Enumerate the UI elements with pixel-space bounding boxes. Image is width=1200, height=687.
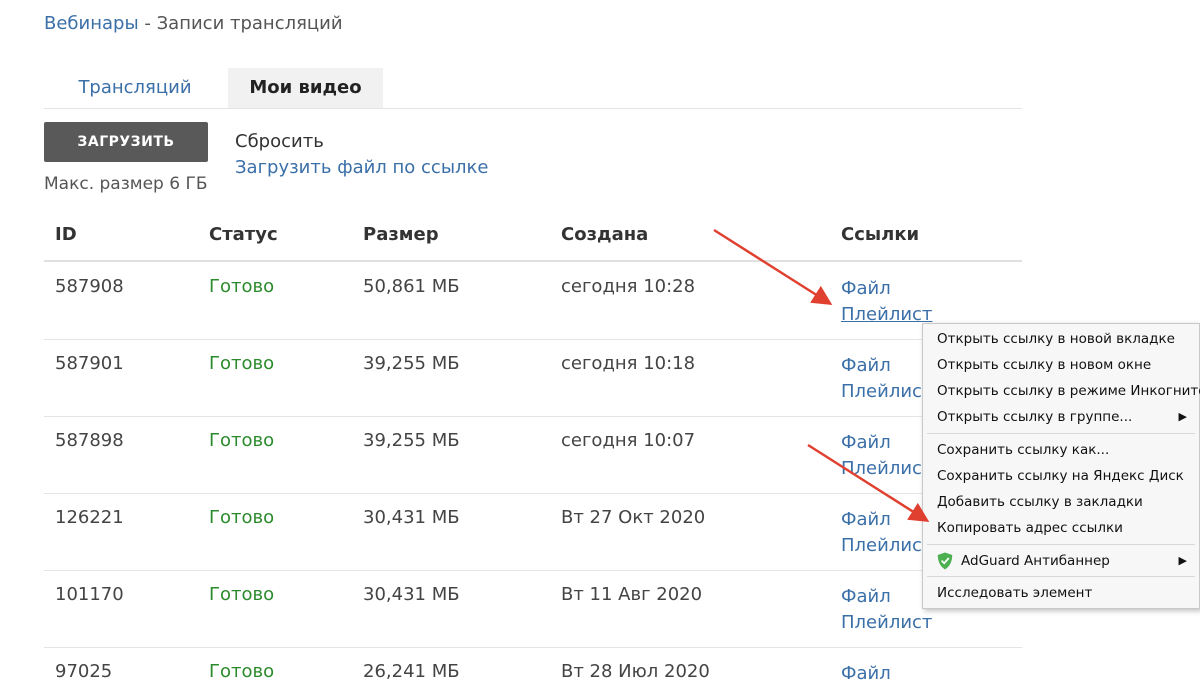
annotation-arrow-copy-link (807, 443, 930, 523)
annotation-arrows (713, 228, 930, 523)
annotation-arrow-playlist (713, 228, 833, 306)
